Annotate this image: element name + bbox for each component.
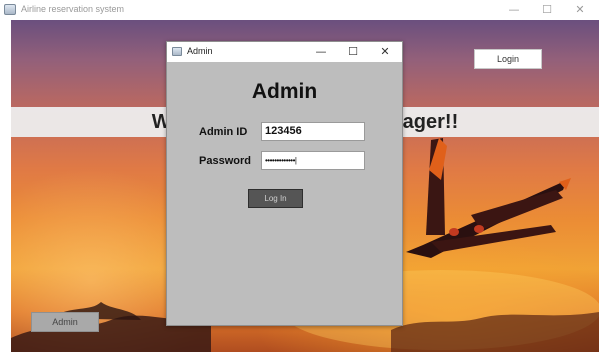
dialog-title-bar[interactable]: Admin — ☐ ✕ xyxy=(167,42,402,62)
minimize-button[interactable]: — xyxy=(500,1,528,19)
close-button[interactable]: ✕ xyxy=(566,1,594,19)
java-window-icon xyxy=(172,47,182,56)
welcome-text-suffix: ager!! xyxy=(402,111,459,133)
airplane-silhouette xyxy=(406,138,571,258)
password-field[interactable]: •••••••••••••| xyxy=(261,151,365,170)
admin-id-label: Admin ID xyxy=(199,126,248,138)
dialog-minimize-button[interactable]: — xyxy=(308,43,334,61)
maximize-button[interactable]: ☐ xyxy=(533,1,561,19)
login-button[interactable]: Login xyxy=(474,49,542,69)
main-title-bar: Airline reservation system — ☐ ✕ xyxy=(0,0,599,20)
password-label: Password xyxy=(199,155,251,167)
dialog-maximize-button[interactable]: ☐ xyxy=(340,43,366,61)
window-title: Airline reservation system xyxy=(21,4,125,14)
dialog-close-button[interactable]: ✕ xyxy=(372,43,398,61)
dialog-title: Admin xyxy=(187,46,213,56)
log-in-button[interactable]: Log In xyxy=(248,189,303,208)
admin-button[interactable]: Admin xyxy=(31,312,99,332)
dialog-heading: Admin xyxy=(251,80,318,103)
java-window-icon xyxy=(4,4,16,15)
admin-dialog: Admin — ☐ ✕ Admin Admin ID 123456 Passwo… xyxy=(166,41,403,326)
admin-id-field[interactable]: 123456 xyxy=(261,122,365,141)
